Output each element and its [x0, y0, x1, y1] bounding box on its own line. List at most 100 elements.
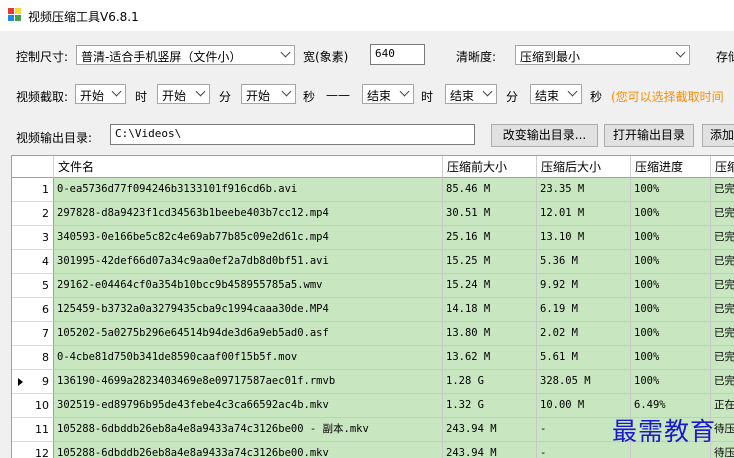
header-status[interactable]: 压缩 [711, 156, 734, 178]
cell-status: 已完 [711, 250, 734, 274]
range-dash: —— [326, 88, 350, 102]
cell-status: 已完 [711, 202, 734, 226]
end-hour-select[interactable]: 结束 [362, 84, 414, 104]
row-number: 11 [12, 418, 54, 442]
add-button[interactable]: 添加 [702, 124, 734, 147]
cell-size-after: 5.36 M [537, 250, 631, 274]
cell-size-after: 2.02 M [537, 322, 631, 346]
cell-size-after: 23.35 M [537, 178, 631, 202]
cell-filename: 0-4cbe81d750b341de8590caaf00f15b5f.mov [54, 346, 443, 370]
table-row[interactable]: 3 340593-0e166be5c82c4e69ab77b85c09e2d61c… [12, 226, 734, 250]
chevron-down-icon [195, 86, 206, 97]
table-row[interactable]: 4 301995-42def66d07a34c9aa0ef2a7db8d0bf51… [12, 250, 734, 274]
row-number: 5 [12, 274, 54, 298]
start-minute-value: 开始 [162, 89, 187, 103]
start-hour-select[interactable]: 开始 [75, 84, 126, 104]
size-select[interactable]: 普清-适合手机竖屏（文件小） [76, 45, 295, 65]
end-second-select[interactable]: 结束 [530, 84, 582, 104]
table-row[interactable]: 5 29162-e04464cf0a354b10bcc9b458955785a5.… [12, 274, 734, 298]
cell-progress: 100% [631, 250, 711, 274]
row-number: 6 [12, 298, 54, 322]
chevron-down-icon [111, 86, 122, 97]
header-progress[interactable]: 压缩进度 [631, 156, 711, 178]
header-corner [12, 156, 54, 178]
cell-size-before: 1.28 G [443, 370, 537, 394]
cell-size-after: 328.05 M [537, 370, 631, 394]
table-row[interactable]: 6 125459-b3732a0a3279435cba9c1994caaa30de… [12, 298, 734, 322]
open-output-dir-button[interactable]: 打开输出目录 [604, 124, 694, 147]
cell-status: 已完 [711, 178, 734, 202]
app-icon [8, 8, 22, 22]
minute-unit-label: 分 [219, 90, 232, 104]
hour-unit-label: 时 [135, 90, 148, 104]
header-size-before[interactable]: 压缩前大小 [443, 156, 537, 178]
cut-hint: (您可以选择截取时间 [611, 90, 724, 104]
cell-progress: 100% [631, 346, 711, 370]
row-number: 3 [12, 226, 54, 250]
row-number: 10 [12, 394, 54, 418]
save-label: 存储 [716, 50, 734, 64]
table-row[interactable]: 7 105202-5a0275b296e64514b94de3d6a9eb5ad0… [12, 322, 734, 346]
width-input[interactable]: 640 [370, 44, 425, 65]
cell-size-after: 12.01 M [537, 202, 631, 226]
row-number: 4 [12, 250, 54, 274]
table-row[interactable]: 9 136190-4699a2823403469e8e09717587aec01f… [12, 370, 734, 394]
cell-size-after: 6.19 M [537, 298, 631, 322]
row-number: 8 [12, 346, 54, 370]
clarity-select-value: 压缩到最小 [520, 50, 581, 64]
cell-size-before: 85.46 M [443, 178, 537, 202]
end-second-value: 结束 [535, 89, 560, 103]
chevron-down-icon [567, 86, 578, 97]
start-second-value: 开始 [246, 89, 271, 103]
end-hour-value: 结束 [367, 89, 392, 103]
chevron-down-icon [280, 47, 291, 58]
title-bar: 视频压缩工具V6.8.1 [0, 0, 734, 31]
cell-progress: 100% [631, 202, 711, 226]
end-second-unit-label: 秒 [590, 90, 603, 104]
cell-progress: 100% [631, 226, 711, 250]
change-output-dir-button[interactable]: 改变输出目录... [491, 124, 598, 147]
start-minute-select[interactable]: 开始 [157, 84, 210, 104]
cell-size-before: 14.18 M [443, 298, 537, 322]
cell-filename: 340593-0e166be5c82c4e69ab77b85c09e2d61c.… [54, 226, 443, 250]
cell-size-before: 15.25 M [443, 250, 537, 274]
cell-status: 已完 [711, 274, 734, 298]
header-size-after[interactable]: 压缩后大小 [537, 156, 631, 178]
cell-size-before: 13.62 M [443, 346, 537, 370]
end-minute-select[interactable]: 结束 [445, 84, 497, 104]
cell-filename: 301995-42def66d07a34c9aa0ef2a7db8d0bf51.… [54, 250, 443, 274]
chevron-down-icon [482, 86, 493, 97]
table-row[interactable]: 2 297828-d8a9423f1cd34563b1beebe403b7cc12… [12, 202, 734, 226]
cell-size-before: 243.94 M [443, 442, 537, 458]
cell-filename: 297828-d8a9423f1cd34563b1beebe403b7cc12.… [54, 202, 443, 226]
cell-filename: 105288-6dbddb26eb8a4e8a9433a74c3126be00 … [54, 418, 443, 442]
cell-size-after: 9.92 M [537, 274, 631, 298]
size-label: 控制尺寸: [16, 50, 69, 64]
header-filename[interactable]: 文件名 [54, 156, 443, 178]
cell-status: 已完 [711, 370, 734, 394]
chevron-down-icon [399, 86, 410, 97]
table-row[interactable]: 8 0-4cbe81d750b341de8590caaf00f15b5f.mov 1… [12, 346, 734, 370]
cell-size-before: 243.94 M [443, 418, 537, 442]
chevron-down-icon [675, 47, 686, 58]
output-dir-input[interactable]: C:\Videos\ [110, 124, 475, 145]
cell-progress: 100% [631, 274, 711, 298]
cell-filename: 105288-6dbddb26eb8a4e8a9433a74c3126be00.… [54, 442, 443, 458]
cell-progress: 100% [631, 370, 711, 394]
clarity-label: 清晰度: [456, 50, 497, 64]
watermark: 最需教育 [612, 417, 717, 446]
cell-filename: 29162-e04464cf0a354b10bcc9b458955785a5.w… [54, 274, 443, 298]
cell-progress: 100% [631, 178, 711, 202]
cell-status: 已完 [711, 226, 734, 250]
row-number: 7 [12, 322, 54, 346]
table-header: 文件名 压缩前大小 压缩后大小 压缩进度 压缩 [12, 156, 734, 178]
start-second-select[interactable]: 开始 [241, 84, 296, 104]
width-label: 宽(象素) [303, 50, 349, 64]
cell-filename: 125459-b3732a0a3279435cba9c1994caaa30de.… [54, 298, 443, 322]
cell-size-before: 30.51 M [443, 202, 537, 226]
cell-size-before: 1.32 G [443, 394, 537, 418]
clarity-select[interactable]: 压缩到最小 [515, 45, 690, 65]
size-select-value: 普清-适合手机竖屏（文件小） [81, 50, 242, 64]
table-row[interactable]: 1 0-ea5736d77f094246b3133101f916cd6b.avi 8… [12, 178, 734, 202]
chevron-down-icon [281, 86, 292, 97]
